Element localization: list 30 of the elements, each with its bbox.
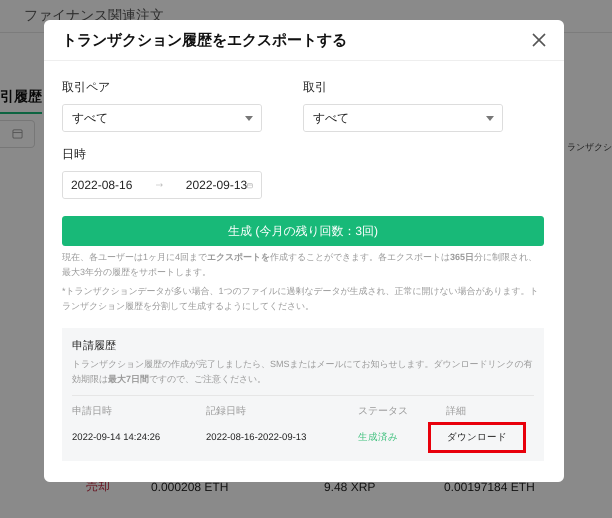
field-label: 取引 bbox=[303, 79, 328, 96]
note-text: 現在、各ユーザーは1ヶ月に4回までエクスポートを作成することができます。各エクスポートは365日分に制限され、最大3年分の履歴をサポートします。 bbox=[62, 251, 538, 279]
note-text: *トランザクションデータが多い場合、1つのファイルに過剰なデータが生成され、正常に開けない場合があります。トランザクション履歴を分割して生成するようにしてください。 bbox=[62, 285, 540, 313]
dialog-title: トランザクション履歴をエクスポートする bbox=[62, 30, 347, 50]
column-header: 記録日時 bbox=[206, 404, 247, 419]
download-button[interactable]: ダウンロード bbox=[428, 422, 526, 453]
table-cell-text: 2022-09-14 14:24:26 bbox=[72, 432, 162, 443]
table-cell-text: 0.000208 ETH bbox=[151, 480, 230, 494]
date-field[interactable] bbox=[0, 120, 35, 148]
table-cell-text: 2022-08-16-2022-09-13 bbox=[206, 432, 308, 443]
select-field[interactable]: すべて bbox=[62, 104, 262, 132]
caret-icon bbox=[245, 116, 253, 120]
column-header: 申請日時 bbox=[72, 404, 113, 419]
table-cell-text: 0.00197184 ETH bbox=[444, 480, 536, 494]
arrow-icon bbox=[156, 181, 164, 189]
field-label: 取引ペア bbox=[62, 79, 111, 96]
select-field[interactable]: すべて bbox=[303, 104, 503, 132]
column-header: 詳細 bbox=[446, 404, 467, 419]
section-title: 申請履歴 bbox=[72, 339, 117, 353]
calendar-icon bbox=[12, 128, 22, 139]
field-label: 日時 bbox=[62, 146, 87, 163]
description-text: トランザクション履歴の作成が完了しましたら、SMSまたはメールにてお知らせします。ダウンロードリンクの有効期限は最大7日間ですので、ご注意ください。 bbox=[72, 357, 534, 396]
column-header: ランザクシ bbox=[567, 141, 612, 154]
tab[interactable]: 引履歴 bbox=[0, 88, 42, 114]
close-button[interactable] bbox=[530, 31, 548, 49]
status-text: 生成済み bbox=[358, 431, 399, 444]
table-cell-text: 9.48 XRP bbox=[324, 480, 376, 494]
caret-icon bbox=[486, 116, 494, 120]
column-header: ステータス bbox=[358, 405, 409, 419]
date-range-field[interactable]: 2022-08-16 2022-09-13 bbox=[62, 171, 262, 199]
